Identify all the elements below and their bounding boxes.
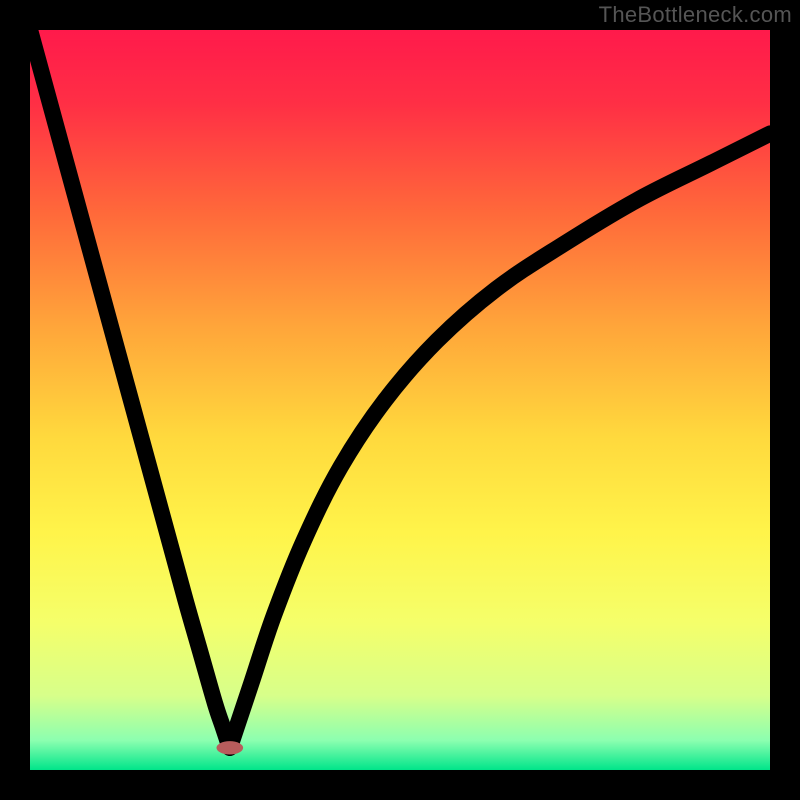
chart-plot-area: [30, 30, 770, 770]
attribution-text: TheBottleneck.com: [599, 2, 792, 28]
gradient-background: [30, 30, 770, 770]
minimum-marker: [216, 741, 243, 754]
chart-frame: TheBottleneck.com: [0, 0, 800, 800]
